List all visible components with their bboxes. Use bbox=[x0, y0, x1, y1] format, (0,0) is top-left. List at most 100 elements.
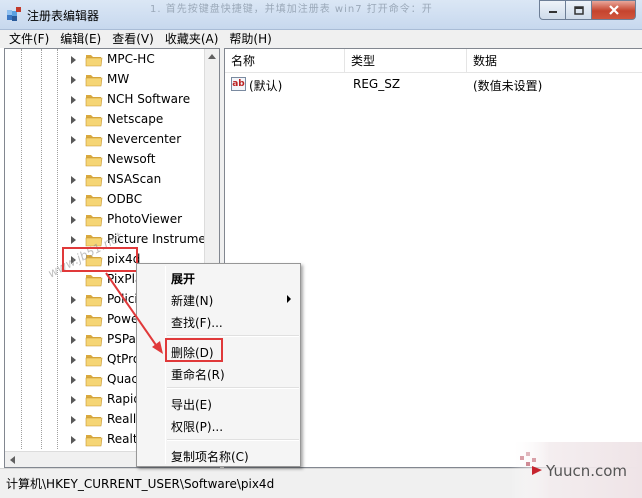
menu-separator bbox=[167, 335, 299, 337]
expand-arrow-icon[interactable] bbox=[71, 96, 76, 104]
expand-arrow-icon[interactable] bbox=[71, 56, 76, 64]
expand-arrow-icon[interactable] bbox=[71, 356, 76, 364]
tree-item-odbc[interactable]: ODBC bbox=[5, 190, 209, 210]
menu-item-label: 权限(P)... bbox=[171, 420, 224, 434]
tree-item-netscape[interactable]: Netscape bbox=[5, 110, 209, 130]
folder-icon bbox=[85, 115, 103, 127]
folder-icon bbox=[85, 175, 103, 187]
tree-item-label: Polici bbox=[107, 292, 138, 306]
expand-arrow-icon[interactable] bbox=[71, 116, 76, 124]
menu-item-label: 新建(N) bbox=[171, 294, 214, 308]
tree-item-label: Netscape bbox=[107, 112, 164, 126]
menu-item-label: 查找(F)... bbox=[171, 316, 223, 330]
expand-arrow-icon[interactable] bbox=[71, 136, 76, 144]
menu-item-rename[interactable]: 重命名(R) bbox=[139, 362, 299, 384]
folder-icon bbox=[85, 335, 103, 347]
tree-item-nch-software[interactable]: NCH Software bbox=[5, 90, 209, 110]
close-icon bbox=[608, 5, 619, 15]
expand-arrow-icon[interactable] bbox=[71, 396, 76, 404]
scroll-up-icon[interactable] bbox=[208, 54, 216, 59]
table-row[interactable]: (默认) REG_SZ (数值未设置) bbox=[225, 75, 642, 95]
maximize-icon bbox=[573, 5, 584, 15]
folder-icon bbox=[85, 375, 103, 387]
minimize-icon bbox=[548, 11, 557, 13]
menu-edit[interactable]: 编辑(E) bbox=[55, 30, 106, 48]
expand-arrow-icon[interactable] bbox=[71, 296, 76, 304]
menu-help[interactable]: 帮助(H) bbox=[224, 30, 276, 48]
menu-view[interactable]: 查看(V) bbox=[107, 30, 159, 48]
caption-buttons bbox=[539, 0, 636, 20]
tree-item-mw[interactable]: MW bbox=[5, 70, 209, 90]
menu-item-new[interactable]: 新建(N) bbox=[139, 288, 299, 310]
tree-item-nevercenter[interactable]: Nevercenter bbox=[5, 130, 209, 150]
status-path: 计算机\HKEY_CURRENT_USER\Software\pix4d bbox=[6, 477, 275, 491]
menu-bar: 文件(F) 编辑(E) 查看(V) 收藏夹(A) 帮助(H) bbox=[0, 30, 642, 48]
menu-item-label: 重命名(R) bbox=[171, 368, 225, 382]
expand-arrow-icon[interactable] bbox=[71, 176, 76, 184]
context-menu: 展开 新建(N) 查找(F)... 删除(D) 重命名(R) 导出(E) 权限(… bbox=[136, 263, 301, 467]
folder-icon bbox=[85, 355, 103, 367]
tree-item-label: MW bbox=[107, 72, 130, 86]
menu-item-copy-key-name[interactable]: 复制项名称(C) bbox=[139, 444, 299, 466]
highlight-box-delete bbox=[165, 338, 223, 362]
menu-item-find[interactable]: 查找(F)... bbox=[139, 310, 299, 332]
tree-item-label: Nevercenter bbox=[107, 132, 182, 146]
tree-item-label: MPC-HC bbox=[107, 52, 155, 66]
tree-item-label: NSAScan bbox=[107, 172, 162, 186]
expand-arrow-icon[interactable] bbox=[71, 376, 76, 384]
list-header: 名称 类型 数据 bbox=[225, 49, 642, 73]
tree-item-newsoft[interactable]: Newsoft bbox=[5, 150, 209, 170]
menu-item-export[interactable]: 导出(E) bbox=[139, 392, 299, 414]
expand-arrow-icon[interactable] bbox=[71, 436, 76, 444]
tree-item-mpc-hc[interactable]: MPC-HC bbox=[5, 50, 209, 70]
expand-arrow-icon[interactable] bbox=[71, 76, 76, 84]
menu-item-label: 复制项名称(C) bbox=[171, 450, 249, 464]
column-header-type[interactable]: 类型 bbox=[345, 49, 467, 73]
submenu-arrow-icon bbox=[287, 295, 291, 303]
menu-item-label: 导出(E) bbox=[171, 398, 212, 412]
maximize-button[interactable] bbox=[566, 0, 592, 20]
highlight-box-pix4d bbox=[62, 247, 138, 272]
folder-icon bbox=[85, 275, 103, 287]
folder-icon bbox=[85, 215, 103, 227]
expand-arrow-icon[interactable] bbox=[71, 216, 76, 224]
folder-icon bbox=[85, 55, 103, 67]
expand-arrow-icon[interactable] bbox=[71, 196, 76, 204]
window-title: 注册表编辑器 bbox=[27, 9, 100, 23]
menu-item-permissions[interactable]: 权限(P)... bbox=[139, 414, 299, 436]
tree-item-label: Reall bbox=[107, 412, 137, 426]
yuucn-logo-icon: Yuucn.com bbox=[510, 442, 642, 498]
minimize-button[interactable] bbox=[539, 0, 566, 20]
title-bar: 注册表编辑器 1. 首先按键盘快捷键，并填加注册表 win7 打开命令：开 bbox=[0, 0, 642, 30]
folder-icon bbox=[85, 195, 103, 207]
column-header-data[interactable]: 数据 bbox=[467, 49, 642, 73]
background-article-text: 1. 首先按键盘快捷键，并填加注册表 win7 打开命令：开 bbox=[150, 4, 433, 15]
tree-item-label: PSPa bbox=[107, 332, 136, 346]
column-header-name[interactable]: 名称 bbox=[225, 49, 345, 73]
menu-favorites[interactable]: 收藏夹(A) bbox=[160, 30, 224, 48]
yuucn-watermark: Yuucn.com bbox=[510, 442, 642, 498]
scroll-left-icon[interactable] bbox=[10, 456, 15, 464]
menu-separator bbox=[167, 439, 299, 441]
tree-item-label: Realt bbox=[107, 432, 138, 446]
tree-item-label: Newsoft bbox=[107, 152, 156, 166]
expand-arrow-icon[interactable] bbox=[71, 416, 76, 424]
folder-icon bbox=[85, 435, 103, 447]
folder-icon bbox=[85, 95, 103, 107]
tree-item-label: ODBC bbox=[107, 192, 143, 206]
registry-editor-icon bbox=[7, 7, 21, 21]
tree-item-photoviewer[interactable]: PhotoViewer bbox=[5, 210, 209, 230]
folder-icon bbox=[85, 155, 103, 167]
menu-item-expand[interactable]: 展开 bbox=[139, 266, 299, 288]
value-type: REG_SZ bbox=[353, 77, 401, 91]
value-name: (默认) bbox=[249, 79, 283, 93]
close-button[interactable] bbox=[592, 0, 636, 20]
folder-icon bbox=[85, 315, 103, 327]
tree-item-nsascan[interactable]: NSAScan bbox=[5, 170, 209, 190]
menu-file[interactable]: 文件(F) bbox=[4, 30, 54, 48]
expand-arrow-icon[interactable] bbox=[71, 316, 76, 324]
expand-arrow-icon[interactable] bbox=[71, 336, 76, 344]
folder-icon bbox=[85, 75, 103, 87]
folder-icon bbox=[85, 415, 103, 427]
expand-arrow-icon[interactable] bbox=[71, 236, 76, 244]
